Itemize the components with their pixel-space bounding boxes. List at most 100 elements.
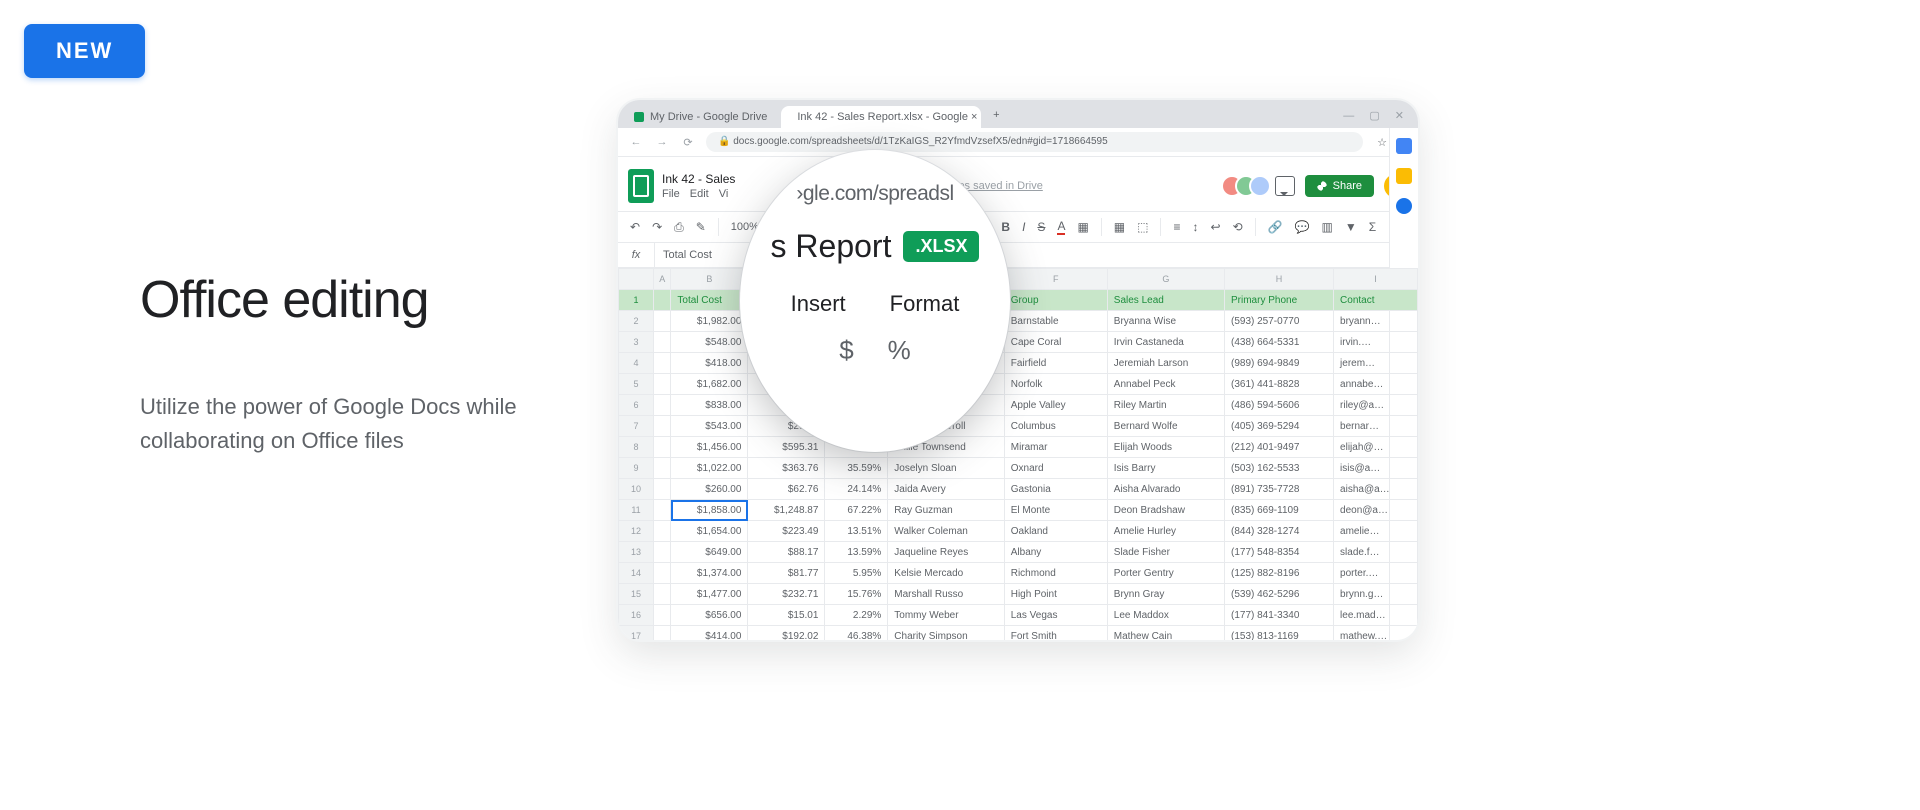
cell[interactable]: 5.95% [825, 563, 888, 584]
cell[interactable]: $1,654.00 [671, 521, 748, 542]
row-number[interactable]: 17 [619, 626, 654, 641]
borders-icon[interactable]: ▦ [1114, 220, 1125, 234]
lens-menu-format[interactable]: Format [890, 291, 960, 317]
cell[interactable]: $1,477.00 [671, 584, 748, 605]
cell[interactable] [654, 437, 671, 458]
cell[interactable]: High Point [1004, 584, 1107, 605]
paint-format-icon[interactable]: ✎ [696, 220, 706, 234]
cell[interactable]: $838.00 [671, 395, 748, 416]
cell[interactable]: Elijah Woods [1107, 437, 1224, 458]
link-icon[interactable]: 🔗 [1268, 220, 1283, 234]
cell[interactable] [654, 500, 671, 521]
column-header[interactable]: I [1334, 269, 1418, 290]
calendar-icon[interactable] [1396, 138, 1412, 154]
column-header[interactable]: F [1004, 269, 1107, 290]
merge-icon[interactable]: ⬚ [1137, 220, 1148, 234]
cell[interactable]: $232.71 [748, 584, 825, 605]
cell[interactable]: (844) 328-1274 [1225, 521, 1334, 542]
cell[interactable]: $1,456.00 [671, 437, 748, 458]
cell[interactable]: Cape Coral [1004, 332, 1107, 353]
cell[interactable] [654, 458, 671, 479]
header-cell[interactable]: Sales Lead [1107, 290, 1224, 311]
menu-file[interactable]: File [662, 188, 680, 200]
cell[interactable]: Kelsie Mercado [888, 563, 1004, 584]
cell[interactable]: brynn.g… [1334, 584, 1418, 605]
cell[interactable]: Mathew Cain [1107, 626, 1224, 641]
row-number[interactable]: 1 [619, 290, 654, 311]
cell[interactable]: (361) 441-8828 [1225, 374, 1334, 395]
cell[interactable]: Oakland [1004, 521, 1107, 542]
cell[interactable]: $62.76 [748, 479, 825, 500]
cell[interactable]: 67.22% [825, 500, 888, 521]
cell[interactable]: 2.29% [825, 605, 888, 626]
cell[interactable]: 13.59% [825, 542, 888, 563]
cell[interactable]: $363.76 [748, 458, 825, 479]
cell[interactable]: Fort Smith [1004, 626, 1107, 641]
cell[interactable]: $15.01 [748, 605, 825, 626]
cell[interactable]: Bryanna Wise [1107, 311, 1224, 332]
cell[interactable]: (177) 841-3340 [1225, 605, 1334, 626]
collaborator-avatars[interactable] [1221, 175, 1265, 197]
cell[interactable]: $223.49 [748, 521, 825, 542]
cell[interactable] [654, 563, 671, 584]
column-header[interactable]: B [671, 269, 748, 290]
cell[interactable]: $414.00 [671, 626, 748, 641]
cell[interactable]: $260.00 [671, 479, 748, 500]
cell[interactable]: Oxnard [1004, 458, 1107, 479]
print-icon[interactable]: ⎙ [674, 220, 684, 235]
cell[interactable]: Aisha Alvarado [1107, 479, 1224, 500]
column-header[interactable]: G [1107, 269, 1224, 290]
cell[interactable]: (989) 694-9849 [1225, 353, 1334, 374]
cell[interactable]: $1,248.87 [748, 500, 825, 521]
row-number[interactable]: 16 [619, 605, 654, 626]
filter-icon[interactable]: ▼ [1345, 220, 1357, 234]
cell[interactable]: Jeremiah Larson [1107, 353, 1224, 374]
cell[interactable]: annabe… [1334, 374, 1418, 395]
cell[interactable]: Norfolk [1004, 374, 1107, 395]
row-number[interactable]: 5 [619, 374, 654, 395]
column-header[interactable]: H [1225, 269, 1334, 290]
menu-edit[interactable]: Edit [690, 188, 709, 200]
wrap-icon[interactable]: ↩ [1211, 220, 1221, 234]
lens-currency-icon[interactable]: $ [839, 335, 853, 366]
cell[interactable]: (153) 813-1169 [1225, 626, 1334, 641]
cell[interactable]: 13.51% [825, 521, 888, 542]
browser-tab-sheet[interactable]: Ink 42 - Sales Report.xlsx - Google × [781, 106, 981, 128]
lens-menu-insert[interactable]: Insert [791, 291, 846, 317]
row-number[interactable]: 9 [619, 458, 654, 479]
cell[interactable]: slade.f… [1334, 542, 1418, 563]
rotate-icon[interactable]: ⟲ [1233, 220, 1243, 234]
cell[interactable]: Joselyn Sloan [888, 458, 1004, 479]
cell[interactable]: Brynn Gray [1107, 584, 1224, 605]
cell[interactable]: porter.… [1334, 563, 1418, 584]
cell[interactable]: Charity Simpson [888, 626, 1004, 641]
cell[interactable] [654, 374, 671, 395]
column-header[interactable] [619, 269, 654, 290]
cell[interactable]: $418.00 [671, 353, 748, 374]
italic-button[interactable]: I [1022, 220, 1025, 234]
cell[interactable]: Miramar [1004, 437, 1107, 458]
cell[interactable]: Apple Valley [1004, 395, 1107, 416]
cell[interactable]: $656.00 [671, 605, 748, 626]
undo-icon[interactable]: ↶ [630, 220, 640, 234]
cell[interactable]: $88.17 [748, 542, 825, 563]
row-number[interactable]: 4 [619, 353, 654, 374]
text-color-icon[interactable]: A [1057, 219, 1065, 235]
cell[interactable]: 24.14% [825, 479, 888, 500]
cell[interactable]: $81.77 [748, 563, 825, 584]
row-number[interactable]: 14 [619, 563, 654, 584]
browser-tab-drive[interactable]: My Drive - Google Drive [624, 106, 777, 128]
cell[interactable]: (593) 257-0770 [1225, 311, 1334, 332]
cell[interactable]: deon@a… [1334, 500, 1418, 521]
nav-back-icon[interactable]: ← [628, 136, 644, 148]
cell[interactable]: amelie… [1334, 521, 1418, 542]
cell[interactable]: Bernard Wolfe [1107, 416, 1224, 437]
chart-icon[interactable]: ▥ [1322, 220, 1333, 234]
cell[interactable]: Porter Gentry [1107, 563, 1224, 584]
window-controls[interactable]: — ▢ ✕ [1343, 109, 1410, 128]
cell[interactable]: Columbus [1004, 416, 1107, 437]
cell[interactable]: Jaqueline Reyes [888, 542, 1004, 563]
column-header[interactable]: A [654, 269, 671, 290]
spreadsheet-grid[interactable]: ABCDEFGHI1Total CostonGroupSales LeadPri… [618, 268, 1418, 640]
cell[interactable] [654, 521, 671, 542]
